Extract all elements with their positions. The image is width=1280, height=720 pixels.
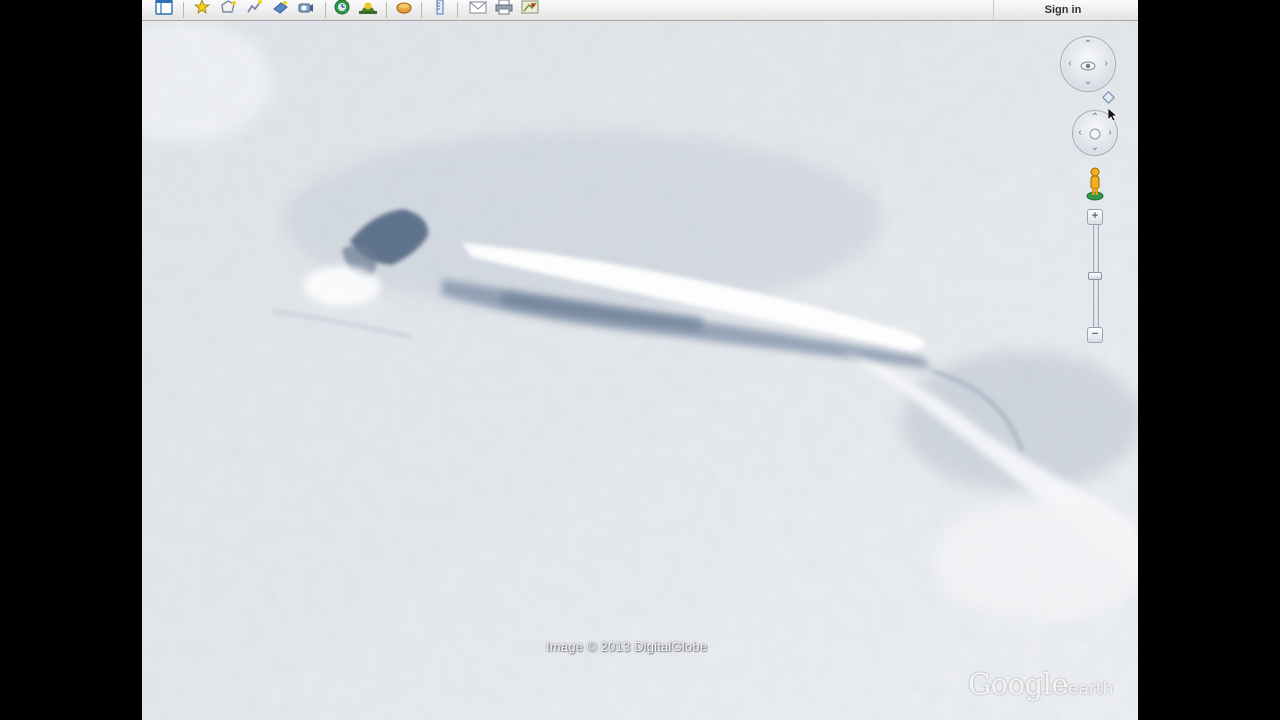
record-tour-icon [298, 0, 314, 20]
eye-icon [1080, 58, 1096, 76]
logo-primary: Google [968, 667, 1069, 701]
look-left-arrow-icon[interactable]: ‹ [1065, 59, 1075, 69]
switch-planets-button[interactable] [395, 1, 413, 18]
look-down-arrow-icon[interactable]: ⌄ [1083, 77, 1093, 87]
satellite-imagery [142, 21, 1138, 720]
zoom-in-button[interactable]: + [1087, 209, 1103, 225]
look-joystick[interactable]: ⌃ ⌄ ‹ › [1060, 36, 1116, 92]
clock-globe-icon [334, 0, 350, 20]
print-button[interactable] [495, 0, 513, 20]
look-right-arrow-icon[interactable]: › [1101, 59, 1111, 69]
sidebar-toggle-button[interactable] [155, 0, 173, 20]
hand-icon [1089, 127, 1101, 145]
zoom-out-button[interactable]: − [1087, 327, 1103, 343]
move-left-arrow-icon[interactable]: ‹ [1075, 128, 1085, 138]
move-up-arrow-icon[interactable]: ⌃ [1090, 113, 1100, 123]
add-placemark-button[interactable] [193, 0, 211, 20]
sidebar-icon [155, 0, 173, 20]
toolbar-separator [457, 2, 458, 18]
path-icon [246, 0, 262, 20]
logo-secondary: earth [1068, 679, 1114, 699]
imagery-credit: Image © 2013 DigitalGlobe [546, 639, 708, 654]
pegman-icon[interactable] [1086, 167, 1104, 201]
sunlight-icon [359, 0, 377, 20]
printer-icon [495, 0, 513, 20]
toolbar-separator [325, 2, 326, 18]
ruler-button[interactable] [431, 0, 449, 20]
add-image-overlay-button[interactable] [271, 1, 289, 18]
add-path-button[interactable] [245, 0, 263, 20]
record-tour-button[interactable] [297, 1, 315, 18]
mouse-cursor-icon [1107, 107, 1119, 122]
move-right-arrow-icon[interactable]: › [1105, 128, 1115, 138]
email-button[interactable] [469, 1, 487, 18]
image-overlay-icon [272, 0, 288, 20]
add-polygon-button[interactable] [219, 0, 237, 20]
map-viewport[interactable]: ⌃ ⌄ ‹ › ⌃ ⌄ ‹ › + − Image © 2013 Digital… [142, 21, 1138, 720]
toolbar-separator [421, 2, 422, 18]
historical-imagery-button[interactable] [333, 0, 351, 20]
pushpin-icon [193, 0, 211, 20]
zoom-thumb[interactable] [1088, 272, 1102, 280]
toolbar-separator [183, 2, 184, 18]
toolbar: Sign in [142, 0, 1138, 21]
view-in-google-maps-button[interactable] [521, 0, 539, 20]
planet-icon [395, 0, 413, 20]
google-earth-window: Sign in ⌃ ⌄ ‹ › ⌃ ⌄ ‹ › + − Image © 2013… [142, 0, 1138, 720]
ruler-icon [434, 0, 446, 20]
zoom-slider[interactable]: + − [1087, 209, 1103, 343]
polygon-icon [220, 0, 236, 20]
sunlight-button[interactable] [359, 1, 377, 18]
envelope-icon [469, 0, 487, 20]
google-earth-logo: Googleearth [968, 667, 1113, 701]
toolbar-separator [386, 2, 387, 18]
look-up-arrow-icon[interactable]: ⌃ [1083, 40, 1093, 50]
sign-in-button[interactable]: Sign in [993, 0, 1132, 20]
maps-icon [521, 0, 539, 20]
